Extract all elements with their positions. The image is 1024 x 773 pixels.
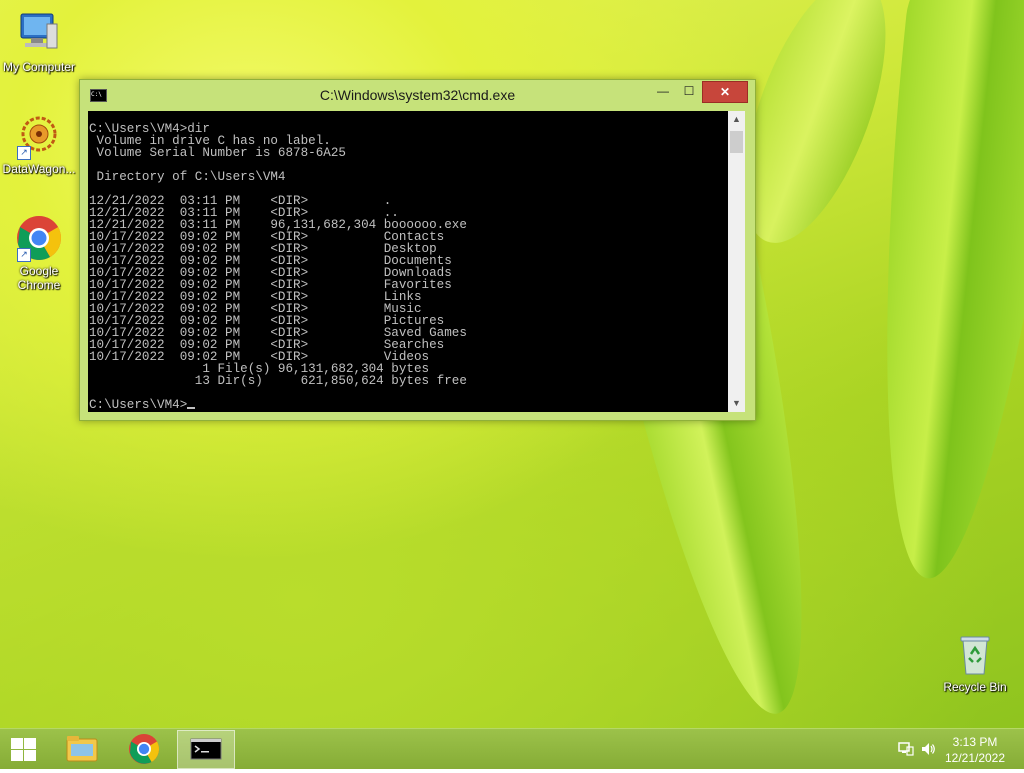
vertical-scrollbar[interactable]: ▲ ▼ xyxy=(728,111,745,412)
desktop-icon-datawagon[interactable]: ↗ DataWagon... xyxy=(0,112,78,176)
start-button[interactable] xyxy=(8,736,38,762)
text-cursor xyxy=(187,407,196,409)
clock-date[interactable]: 12/21/2022 xyxy=(930,751,1020,765)
datawagon-icon: ↗ xyxy=(15,112,63,160)
desktop-icon-label: Recycle Bin xyxy=(943,680,1007,694)
close-button[interactable]: ✕ xyxy=(702,81,748,103)
chrome-icon: ↗ xyxy=(15,214,63,262)
taskbar-file-explorer[interactable] xyxy=(54,730,110,767)
file-explorer-icon xyxy=(66,736,98,762)
console-lines: C:\Users\VM4>dir Volume in drive C has n… xyxy=(89,122,467,388)
console-line: Directory of C:\Users\VM4 xyxy=(96,170,286,184)
maximize-button[interactable]: ☐ xyxy=(676,81,702,101)
network-icon[interactable] xyxy=(898,741,914,757)
console-area[interactable]: C:\Users\VM4>dir Volume in drive C has n… xyxy=(88,111,728,412)
desktop: My Computer ↗ DataWagon... ↗ Google Chro… xyxy=(0,0,1024,728)
system-tray: 3:13 PM 12/21/2022 xyxy=(890,729,1024,769)
cmd-window[interactable]: C:\ C:\Windows\system32\cmd.exe — ☐ ✕ C:… xyxy=(79,79,756,421)
taskbar-cmd[interactable] xyxy=(177,730,235,769)
shortcut-arrow-icon: ↗ xyxy=(17,248,31,262)
shortcut-arrow-icon: ↗ xyxy=(17,146,31,160)
console-line: 13 Dir(s) 621,850,624 bytes free xyxy=(194,374,467,388)
console-line: Volume Serial Number is 6878-6A25 xyxy=(96,146,346,160)
minimize-button[interactable]: — xyxy=(650,81,676,101)
recycle-bin-icon xyxy=(951,630,999,678)
computer-icon xyxy=(15,10,63,58)
desktop-icon-label: Google Chrome xyxy=(17,264,61,292)
taskbar: 3:13 PM 12/21/2022 xyxy=(0,728,1024,769)
desktop-icon-label: My Computer xyxy=(2,60,76,74)
desktop-icon-label: DataWagon... xyxy=(2,162,76,176)
cmd-icon xyxy=(190,738,222,760)
chrome-icon xyxy=(129,734,160,764)
console-prompt: C:\Users\VM4> xyxy=(89,398,188,412)
scroll-up-arrow-icon[interactable]: ▲ xyxy=(728,111,745,128)
clock-time[interactable]: 3:13 PM xyxy=(930,735,1020,749)
scroll-down-arrow-icon[interactable]: ▼ xyxy=(728,395,745,412)
desktop-icon-google-chrome[interactable]: ↗ Google Chrome xyxy=(0,214,78,292)
taskbar-chrome[interactable] xyxy=(116,730,172,767)
desktop-icon-my-computer[interactable]: My Computer xyxy=(0,10,78,74)
cmd-titlebar[interactable]: C:\ C:\Windows\system32\cmd.exe — ☐ ✕ xyxy=(80,80,755,110)
desktop-icon-recycle-bin[interactable]: Recycle Bin xyxy=(936,630,1014,694)
scroll-thumb[interactable] xyxy=(730,131,743,153)
console-output: C:\Users\VM4>dir Volume in drive C has n… xyxy=(88,111,728,412)
